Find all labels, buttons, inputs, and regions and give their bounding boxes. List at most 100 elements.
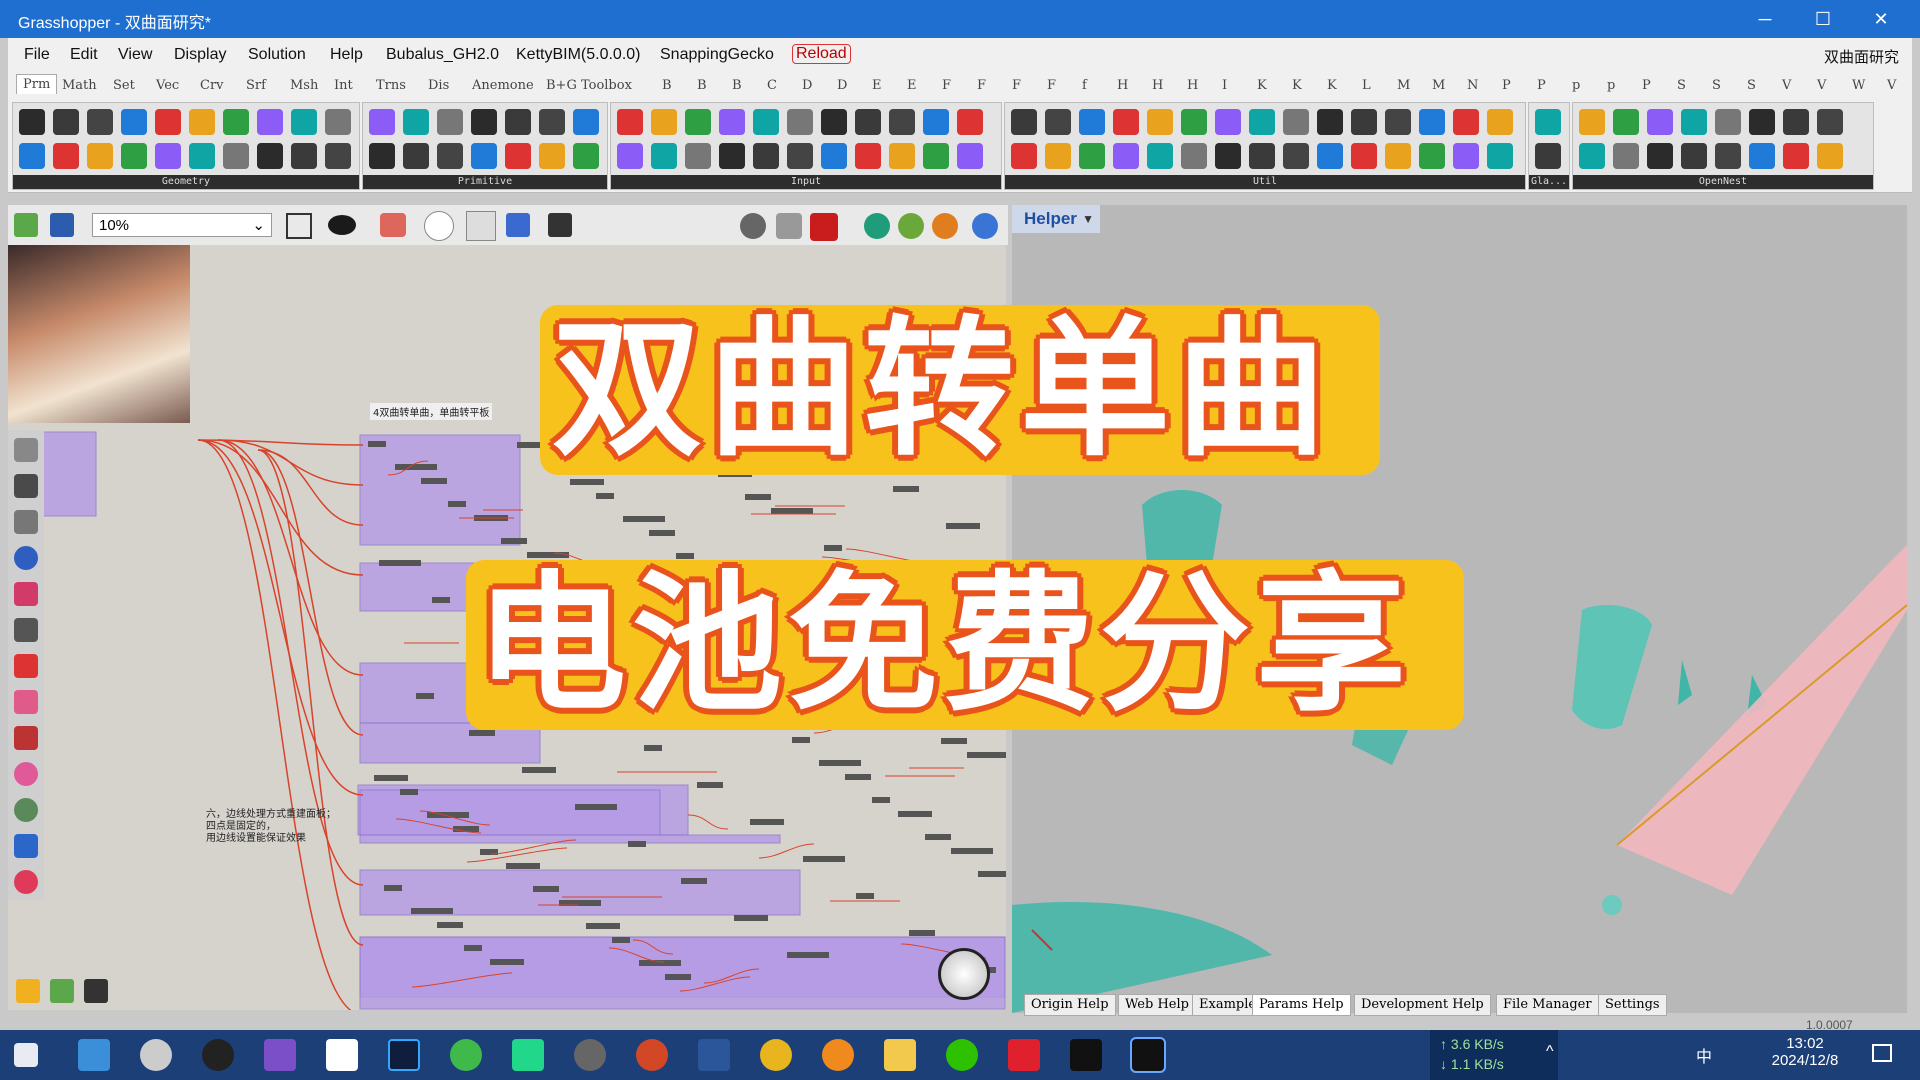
component-icon[interactable] [753, 109, 779, 135]
component-icon[interactable] [155, 109, 181, 135]
shaded-preview-icon[interactable] [740, 213, 766, 239]
obs-icon[interactable] [202, 1039, 234, 1071]
menu-reload[interactable]: Reload [792, 44, 851, 64]
render-sphere-icon[interactable] [972, 213, 998, 239]
disconnect-icon[interactable] [14, 654, 38, 678]
tab-anemone[interactable]: Anemone [472, 78, 534, 93]
selected-preview-icon[interactable] [810, 213, 838, 241]
component-icon[interactable] [471, 143, 497, 169]
component-icon[interactable] [1647, 109, 1673, 135]
component-icon[interactable] [437, 109, 463, 135]
material-icon[interactable] [932, 213, 958, 239]
sketch-brush-icon[interactable] [380, 213, 406, 237]
visual-studio-icon[interactable] [264, 1039, 296, 1071]
component-icon[interactable] [1079, 109, 1105, 135]
tab-plugin-27[interactable]: H [1187, 78, 1198, 93]
zoom-select[interactable]: 10% ⌄ [92, 213, 272, 237]
save-file-icon[interactable] [50, 213, 74, 237]
tab-vec[interactable]: Vec [156, 78, 179, 93]
desktop-icon[interactable] [78, 1039, 110, 1071]
tab-plugin-26[interactable]: H [1152, 78, 1163, 93]
tab-web-help[interactable]: Web Help [1118, 994, 1196, 1016]
component-icon[interactable] [685, 109, 711, 135]
component-icon[interactable] [1647, 143, 1673, 169]
disable-icon[interactable] [14, 870, 38, 894]
component-icon[interactable] [19, 143, 45, 169]
component-icon[interactable] [1079, 143, 1105, 169]
component-icon[interactable] [1419, 143, 1445, 169]
menu-display[interactable]: Display [174, 46, 226, 64]
gha-icon[interactable] [14, 474, 38, 498]
tab-crv[interactable]: Crv [200, 78, 224, 93]
component-icon[interactable] [573, 109, 599, 135]
component-icon[interactable] [923, 143, 949, 169]
tab-plugin-40[interactable]: P [1642, 78, 1651, 93]
component-icon[interactable] [685, 143, 711, 169]
component-icon[interactable] [1613, 143, 1639, 169]
photoshop-icon[interactable] [388, 1039, 420, 1071]
tab-plugin-30[interactable]: K [1292, 78, 1302, 93]
component-icon[interactable] [87, 109, 113, 135]
tab-trns[interactable]: Trns [376, 78, 406, 93]
tab-plugin-34[interactable]: M [1432, 78, 1445, 93]
component-icon[interactable] [1487, 143, 1513, 169]
component-icon[interactable] [1749, 109, 1775, 135]
menu-kettybim[interactable]: KettyBIM(5.0.0.0) [516, 46, 641, 64]
component-icon[interactable] [1317, 109, 1343, 135]
wechat-icon[interactable] [946, 1039, 978, 1071]
maximize-button[interactable]: ☐ [1794, 0, 1852, 38]
tab-plugin-46[interactable]: W [1852, 78, 1865, 93]
component-icon[interactable] [1181, 143, 1207, 169]
app-icon[interactable] [574, 1039, 606, 1071]
tab-math[interactable]: Math [62, 78, 97, 93]
component-icon[interactable] [1715, 143, 1741, 169]
component-icon[interactable] [1351, 143, 1377, 169]
component-icon[interactable] [1817, 109, 1843, 135]
component-icon[interactable] [1613, 109, 1639, 135]
component-icon[interactable] [1749, 143, 1775, 169]
component-icon[interactable] [403, 143, 429, 169]
component-icon[interactable] [291, 109, 317, 135]
rhino-active-icon[interactable] [1130, 1037, 1166, 1073]
component-icon[interactable] [1249, 109, 1275, 135]
tab-plugin-29[interactable]: K [1257, 78, 1267, 93]
component-icon[interactable] [189, 109, 215, 135]
tab-plugin-17[interactable]: D [837, 78, 847, 93]
component-icon[interactable] [1181, 109, 1207, 135]
tab-plugin-20[interactable]: F [942, 78, 951, 93]
tab-plugin-22[interactable]: F [1012, 78, 1021, 93]
ime-indicator[interactable]: 中 [1696, 1043, 1712, 1067]
component-icon[interactable] [539, 109, 565, 135]
file-explorer-icon[interactable] [884, 1039, 916, 1071]
tab-plugin-24[interactable]: f [1082, 78, 1087, 93]
component-icon[interactable] [719, 109, 745, 135]
component-icon[interactable] [1385, 143, 1411, 169]
tab-int[interactable]: Int [334, 78, 353, 93]
pen-icon[interactable] [84, 979, 108, 1003]
windows-start-icon[interactable] [14, 1043, 38, 1067]
component-icon[interactable] [87, 143, 113, 169]
component-icon[interactable] [1487, 109, 1513, 135]
close-button[interactable]: ✕ [1852, 0, 1910, 38]
cluster-icon[interactable] [548, 213, 572, 237]
tab-bg-toolbox[interactable]: B+G Toolbox [546, 78, 632, 93]
helper-dropdown[interactable]: Helper ▼ [1012, 205, 1100, 233]
search-icon[interactable] [822, 1039, 854, 1071]
tab-plugin-14[interactable]: B [732, 78, 742, 93]
component-icon[interactable] [1113, 109, 1139, 135]
component-icon[interactable] [821, 143, 847, 169]
tab-plugin-42[interactable]: S [1712, 78, 1721, 93]
tab-development-help[interactable]: Development Help [1354, 994, 1491, 1016]
tab-plugin-19[interactable]: E [907, 78, 917, 93]
sketch-icon[interactable] [16, 979, 40, 1003]
component-icon[interactable] [1045, 143, 1071, 169]
component-icon[interactable] [53, 109, 79, 135]
component-icon[interactable] [437, 143, 463, 169]
tab-plugin-37[interactable]: P [1537, 78, 1546, 93]
component-icon[interactable] [651, 109, 677, 135]
component-icon[interactable] [1453, 143, 1479, 169]
settings-icon[interactable] [14, 438, 38, 462]
component-icon[interactable] [957, 109, 983, 135]
component-icon[interactable] [505, 143, 531, 169]
solver-timer-icon[interactable] [424, 211, 454, 241]
